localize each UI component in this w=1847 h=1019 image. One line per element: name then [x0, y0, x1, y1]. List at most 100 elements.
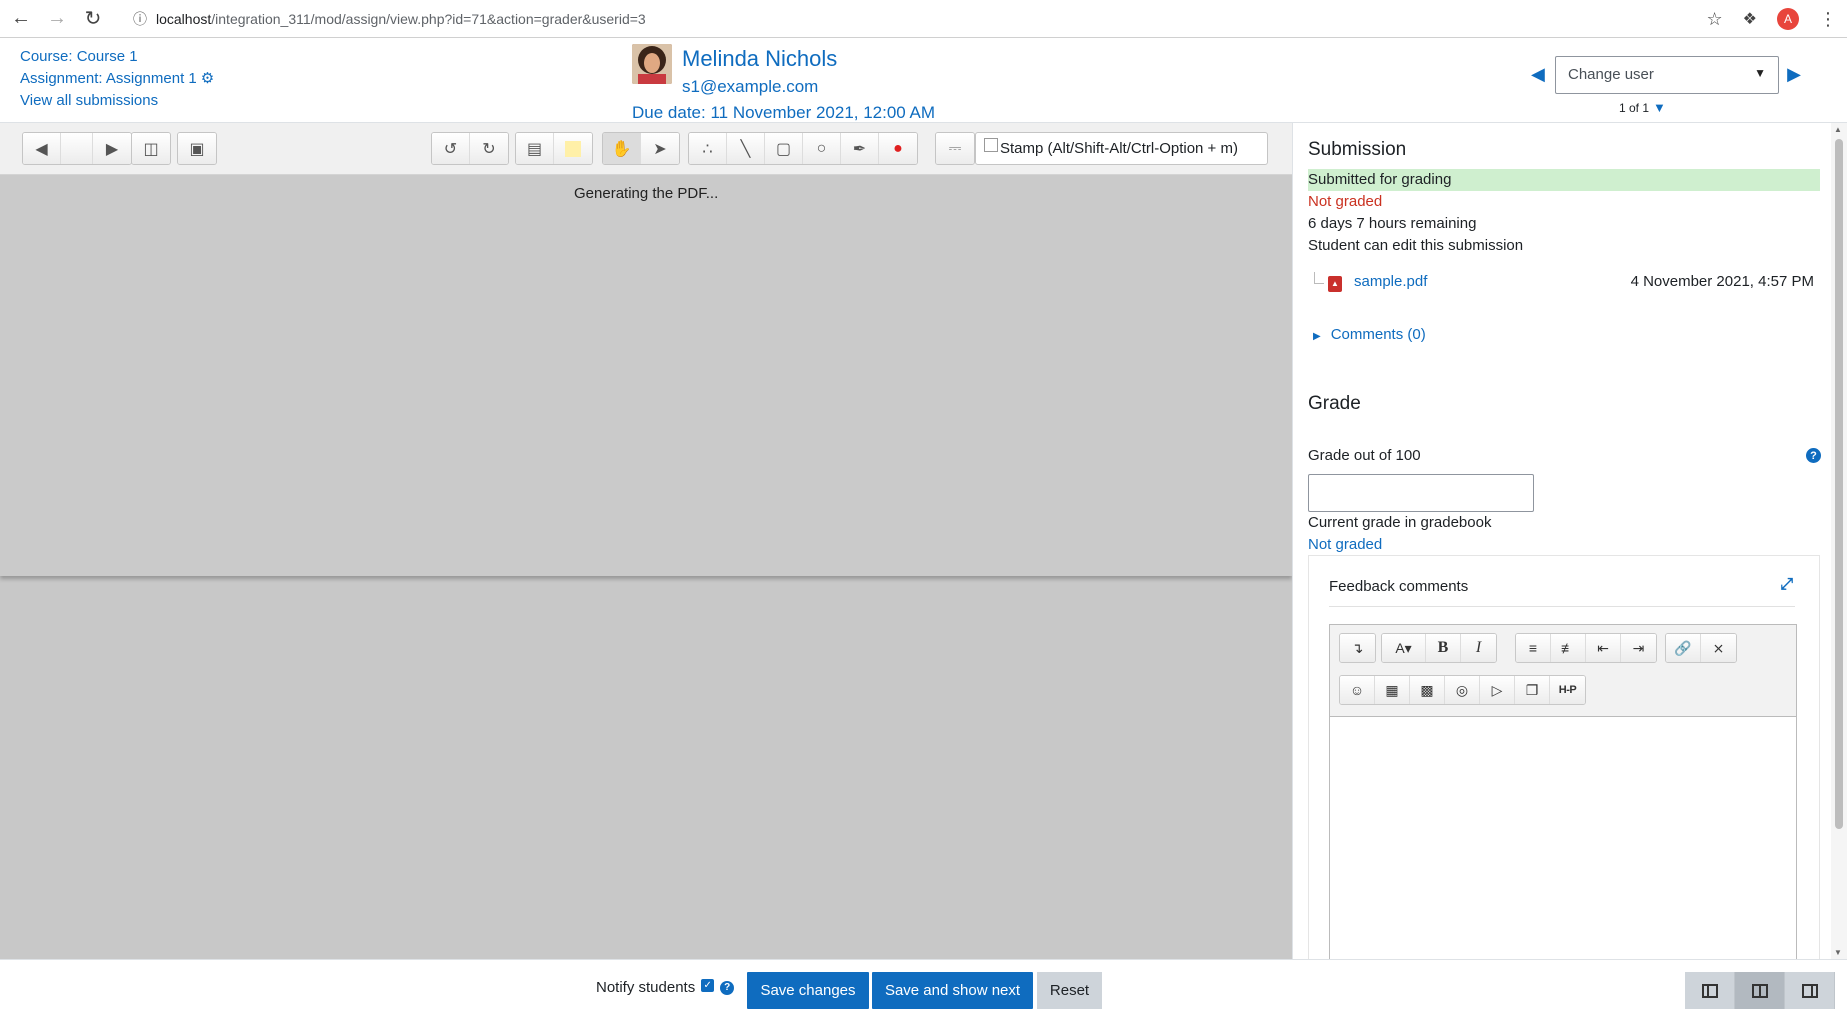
notify-checkbox[interactable]: ✓ — [701, 979, 715, 992]
line-icon[interactable]: ╲ — [727, 133, 765, 164]
scroll-thumb[interactable] — [1835, 139, 1843, 829]
submitted-file: ▲ sample.pdf 4 November 2021, 4:57 PM — [1314, 272, 1814, 294]
file-link[interactable]: sample.pdf — [1354, 273, 1427, 290]
layout-collapse-grade-panel-button[interactable] — [1685, 972, 1735, 1009]
stamp-label: Stamp (Alt/Shift-Alt/Ctrl-Option + m) — [1000, 140, 1238, 157]
scroll-up-icon[interactable]: ▲ — [1834, 125, 1842, 134]
paragraph-style-icon[interactable]: A▾ — [1382, 634, 1426, 662]
profile-avatar[interactable]: A — [1777, 8, 1799, 30]
panel-scrollbar[interactable]: ▲ ▼ — [1831, 123, 1847, 959]
url-path: /integration_311/mod/assign/view.php?id=… — [211, 10, 646, 27]
file-date: 4 November 2021, 4:57 PM — [1630, 273, 1814, 290]
oval-icon[interactable]: ○ — [803, 133, 841, 164]
page-select[interactable] — [61, 133, 93, 164]
forward-arrow-icon[interactable]: → — [42, 4, 72, 34]
reload-icon[interactable]: ↻ — [78, 4, 108, 34]
address-bar[interactable]: localhost/integration_311/mod/assign/vie… — [156, 11, 646, 27]
h5p-icon[interactable]: H-P — [1550, 676, 1585, 704]
search-comments-group: ◫ — [131, 132, 171, 165]
search-comments-icon[interactable]: ◫ — [132, 133, 170, 164]
help-icon[interactable]: ? — [1806, 448, 1821, 463]
current-grade-value[interactable]: Not graded — [1308, 536, 1382, 553]
stamp-icon[interactable]: ⎓ — [936, 133, 974, 164]
unordered-list-icon[interactable]: ≡ — [1516, 634, 1551, 662]
emoji-icon[interactable]: ☺ — [1340, 676, 1375, 704]
feedback-editor: ↴ A▾ B I ≡ ≢ ⇤ ⇥ 🔗 ⨯ ☺ ▦ ▩ ◎ ▷ ❐ H-P — [1329, 624, 1797, 959]
gear-icon[interactable]: ⚙ — [201, 68, 214, 90]
outdent-icon[interactable]: ⇤ — [1586, 634, 1621, 662]
rectangle-icon[interactable]: ▢ — [765, 133, 803, 164]
pen-icon[interactable]: ∴ — [689, 133, 727, 164]
view-all-submissions-link[interactable]: View all submissions — [20, 92, 158, 109]
media-file-icon[interactable]: ▩ — [1410, 676, 1445, 704]
comments-toggle[interactable]: ▶ Comments (0) — [1313, 326, 1426, 343]
italic-icon[interactable]: I — [1461, 634, 1496, 662]
ordered-list-icon[interactable]: ≢ — [1551, 634, 1586, 662]
stamp-checkbox[interactable] — [984, 137, 998, 152]
grade-heading: Grade — [1308, 393, 1361, 414]
next-page-button[interactable]: ▶ — [93, 133, 131, 164]
bookmark-star-icon[interactable]: ☆ — [1707, 9, 1723, 30]
grade-input[interactable] — [1308, 474, 1534, 512]
image-icon[interactable]: ▦ — [1375, 676, 1410, 704]
pdf-page: Generating the PDF... — [0, 175, 1292, 576]
grade-label: Grade out of 100 — [1308, 447, 1421, 464]
link-icon[interactable]: 🔗 — [1666, 634, 1701, 662]
unlink-icon[interactable]: ⨯ — [1701, 634, 1736, 662]
stamp-picker[interactable]: Stamp (Alt/Shift-Alt/Ctrl-Option + m) — [975, 132, 1268, 165]
previous-user-arrow-icon[interactable]: ◀ — [1531, 64, 1545, 85]
user-count-text: 1 of 1 — [1619, 101, 1650, 115]
filter-icon[interactable]: ▼ — [1653, 100, 1666, 115]
record-audio-icon[interactable]: ◎ — [1445, 676, 1480, 704]
rotate-group: ↺ ↻ — [431, 132, 509, 165]
user-email-link[interactable]: s1@example.com — [682, 77, 818, 97]
due-date: Due date: 11 November 2021, 12:00 AM — [632, 103, 936, 122]
bold-icon[interactable]: B — [1426, 634, 1461, 662]
annotation-tools-group: ∴ ╲ ▢ ○ ✒ ● — [688, 132, 918, 165]
site-info-icon[interactable]: ⓘ — [130, 9, 150, 29]
reset-button[interactable]: Reset — [1037, 972, 1102, 1009]
highlight-icon[interactable]: ✒ — [841, 133, 879, 164]
layout-collapse-review-panel-button[interactable] — [1785, 972, 1835, 1009]
select-pointer-icon[interactable]: ➤ — [641, 133, 679, 164]
browser-menu-icon[interactable]: ⋮ — [1819, 9, 1837, 30]
manage-files-icon[interactable]: ❐ — [1515, 676, 1550, 704]
comment-icon[interactable]: ▤ — [516, 133, 554, 164]
select-group: ✋ ➤ — [602, 132, 680, 165]
change-user-placeholder: Change user — [1568, 66, 1654, 83]
comment-group: ▤ — [515, 132, 593, 165]
current-grade-label: Current grade in gradebook — [1308, 514, 1492, 531]
back-arrow-icon[interactable]: ← — [6, 4, 36, 34]
indent-icon[interactable]: ⇥ — [1621, 634, 1656, 662]
edit-status: Student can edit this submission — [1308, 237, 1524, 254]
notify-help-icon[interactable]: ? — [720, 980, 735, 995]
record-video-icon[interactable]: ▷ — [1480, 676, 1515, 704]
scroll-down-icon[interactable]: ▼ — [1834, 948, 1842, 957]
save-changes-button[interactable]: Save changes — [747, 972, 869, 1009]
change-user-select[interactable]: Change user ▼ — [1555, 56, 1779, 94]
previous-page-button[interactable]: ◀ — [23, 133, 61, 164]
panel-right-icon — [1801, 983, 1818, 998]
layout-default-button[interactable] — [1735, 972, 1785, 1009]
list-group: ≡ ≢ ⇤ ⇥ — [1515, 633, 1657, 663]
feedback-title: Feedback comments — [1329, 578, 1469, 595]
expand-view-icon[interactable]: ▣ — [178, 133, 216, 164]
page-navigation-group: ◀ ▶ — [22, 132, 132, 165]
comments-link[interactable]: Comments (0) — [1331, 326, 1426, 343]
rotate-left-icon[interactable]: ↺ — [432, 133, 470, 164]
submission-heading: Submission — [1308, 139, 1407, 160]
toolbar-toggle-group: ↴ — [1339, 633, 1376, 663]
user-name-link[interactable]: Melinda Nichols — [682, 46, 837, 72]
rotate-right-icon[interactable]: ↻ — [470, 133, 508, 164]
divider — [1329, 606, 1795, 607]
next-user-arrow-icon[interactable]: ▶ — [1787, 64, 1801, 85]
save-and-show-next-button[interactable]: Save and show next — [872, 972, 1033, 1009]
fullscreen-expand-icon[interactable]: ⤢ — [1780, 576, 1793, 594]
extensions-puzzle-icon[interactable]: ❖ — [1743, 9, 1757, 29]
show-more-buttons-icon[interactable]: ↴ — [1340, 634, 1375, 662]
assignment-link[interactable]: Assignment: Assignment 1 — [20, 70, 197, 87]
comment-colour-button[interactable] — [554, 133, 592, 164]
annotation-colour-icon[interactable]: ● — [879, 133, 917, 164]
pan-hand-icon[interactable]: ✋ — [603, 133, 641, 164]
course-link[interactable]: Course: Course 1 — [20, 48, 138, 65]
